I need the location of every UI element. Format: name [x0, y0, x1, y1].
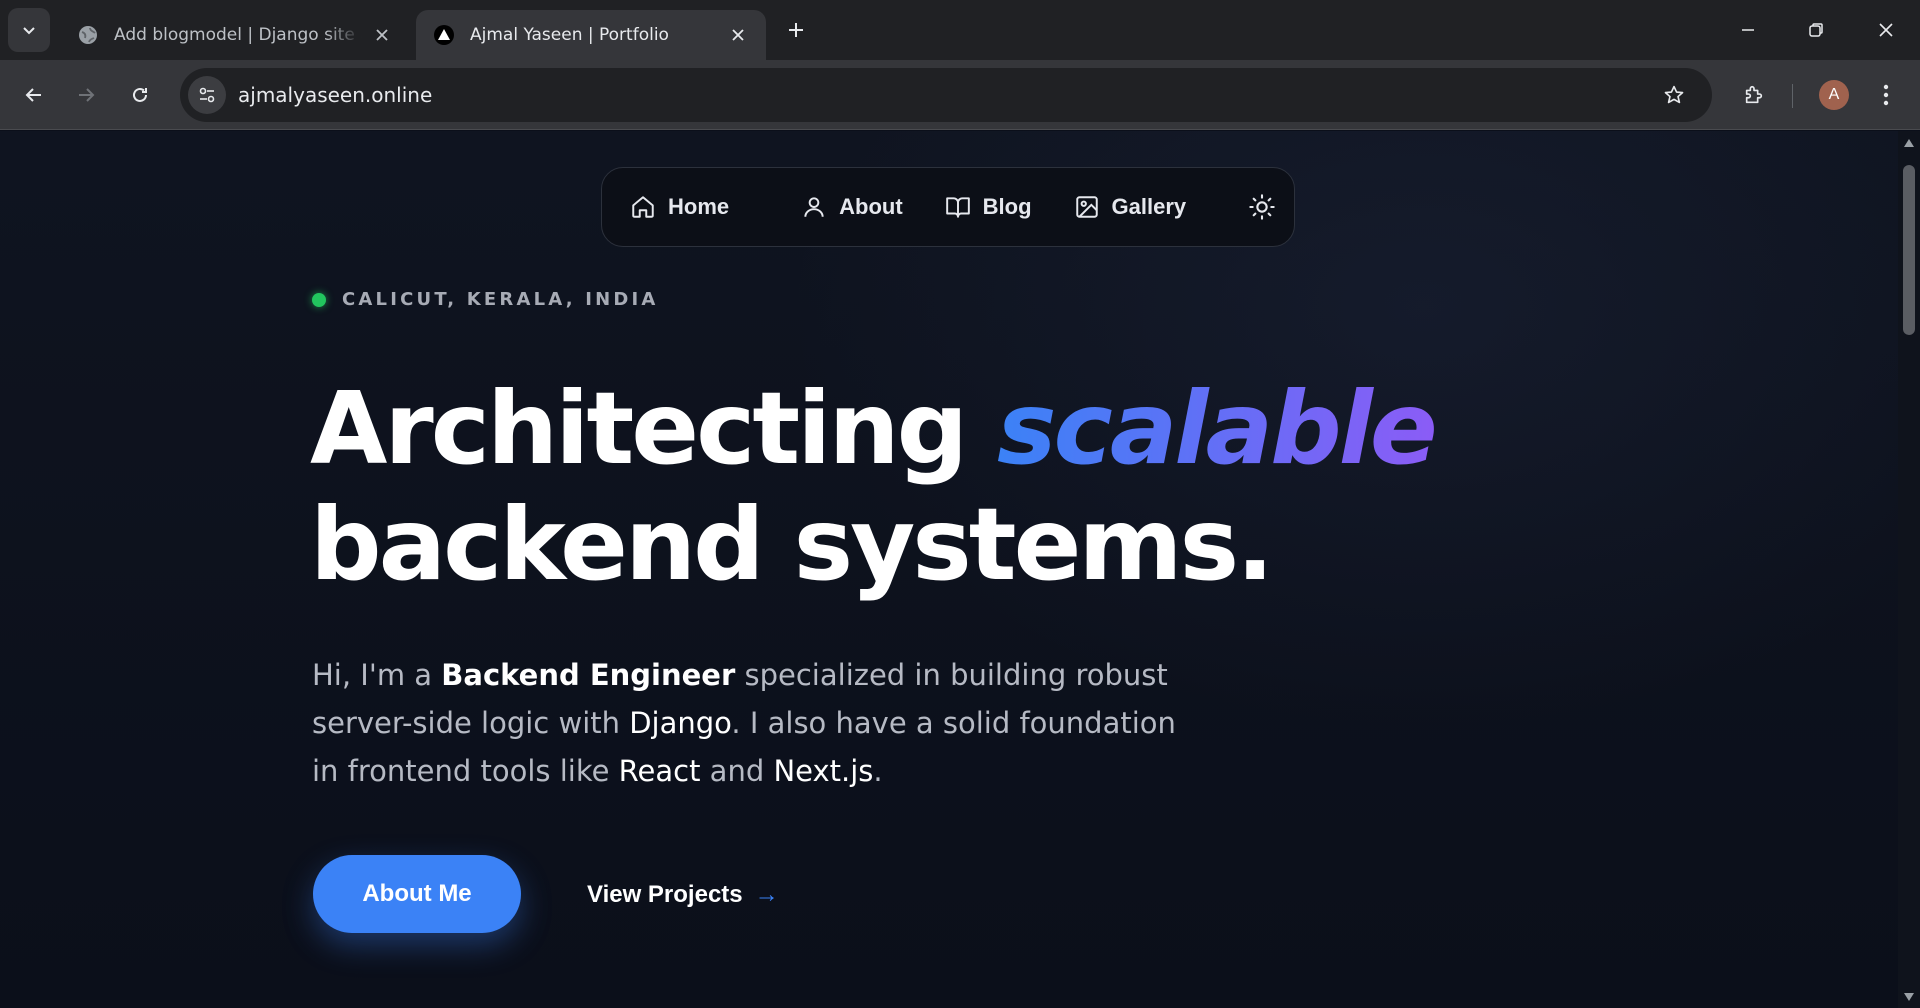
theme-toggle-button[interactable] — [1248, 189, 1276, 225]
nav-about[interactable]: About — [801, 183, 903, 231]
headline-line2: backend systems. — [310, 486, 1274, 603]
scroll-up-icon[interactable] — [1903, 137, 1915, 149]
status-dot — [312, 292, 326, 307]
about-me-button[interactable]: About Me — [313, 855, 521, 933]
intro-text: . — [873, 754, 883, 788]
page-viewport: Home About Blog Gallery CALICUT, KERALA,… — [0, 131, 1898, 1008]
nav-home-label: Home — [668, 194, 730, 219]
toolbar-divider — [1792, 84, 1793, 108]
intro-text: Hi, I'm a — [312, 658, 442, 692]
forward-button[interactable] — [66, 75, 106, 115]
book-icon — [945, 197, 970, 218]
user-icon — [804, 197, 824, 217]
back-button[interactable] — [14, 75, 54, 115]
close-tab-icon[interactable] — [370, 23, 394, 47]
nav-home[interactable]: Home — [630, 183, 729, 231]
tab-title: Ajmal Yaseen | Portfolio — [470, 25, 669, 45]
bookmark-button[interactable] — [1654, 75, 1694, 115]
arrow-left-icon — [25, 88, 41, 102]
nav-gallery[interactable]: Gallery — [1074, 183, 1187, 231]
home-icon — [632, 196, 654, 218]
reload-button[interactable] — [120, 75, 160, 115]
headline-word: Architecting — [310, 370, 998, 487]
nav-blog[interactable]: Blog — [945, 183, 1032, 231]
avatar: A — [1819, 80, 1849, 110]
view-projects-label: View Projects — [587, 881, 743, 908]
headline-accent: scalable — [997, 370, 1438, 487]
sun-icon — [1249, 194, 1275, 220]
minimize-button[interactable] — [1724, 10, 1772, 50]
new-tab-button[interactable] — [780, 14, 812, 46]
arrow-right-icon: → — [754, 881, 779, 908]
chevron-down-icon — [23, 27, 35, 35]
site-navbar: Home About Blog Gallery — [601, 167, 1295, 247]
intro-react: React — [618, 754, 701, 788]
star-icon — [1664, 85, 1684, 104]
browser-toolbar: ajmalyaseen.online A — [0, 60, 1920, 130]
browser-menu-button[interactable] — [1866, 75, 1906, 115]
close-icon — [1879, 23, 1893, 37]
url-text[interactable]: ajmalyaseen.online — [238, 83, 432, 107]
tab-title: Add blogmodel | Django site ac — [114, 25, 362, 45]
profile-button[interactable]: A — [1814, 75, 1854, 115]
scrollbar-thumb[interactable] — [1903, 165, 1915, 335]
plus-icon — [789, 23, 803, 37]
view-projects-link[interactable]: View Projects → — [587, 875, 779, 915]
tune-icon — [199, 87, 215, 103]
close-window-button[interactable] — [1862, 10, 1910, 50]
site-info-button[interactable] — [188, 76, 226, 114]
browser-tab-portfolio[interactable]: Ajmal Yaseen | Portfolio — [416, 10, 766, 60]
page-scrollbar[interactable] — [1898, 131, 1920, 1008]
intro-nextjs: Next.js — [773, 754, 874, 788]
minimize-icon — [1742, 29, 1754, 31]
more-vertical-icon — [1883, 84, 1889, 106]
intro-django: Django — [629, 706, 732, 740]
extensions-button[interactable] — [1734, 75, 1774, 115]
arrow-right-icon — [79, 88, 95, 102]
location-badge: CALICUT, KERALA, INDIA — [312, 289, 659, 310]
browser-tabstrip: Add blogmodel | Django site ac Ajmal Yas… — [0, 0, 1920, 60]
triangle-logo-icon — [432, 23, 456, 47]
nav-blog-label: Blog — [982, 194, 1032, 219]
reload-icon — [133, 87, 147, 102]
scroll-down-icon[interactable] — [1903, 991, 1915, 1003]
hero-intro: Hi, I'm a Backend Engineer specialized i… — [312, 651, 1192, 795]
restore-icon — [1809, 23, 1823, 37]
hero-headline: Architecting scalable backend systems. — [310, 370, 1438, 603]
browser-tab-django-admin[interactable]: Add blogmodel | Django site ac — [60, 10, 410, 60]
intro-text: and — [700, 754, 774, 788]
address-bar[interactable]: ajmalyaseen.online — [180, 68, 1712, 122]
location-text: CALICUT, KERALA, INDIA — [342, 289, 659, 310]
tab-search-button[interactable] — [8, 8, 50, 52]
globe-icon — [76, 23, 100, 47]
close-tab-icon[interactable] — [726, 23, 750, 47]
puzzle-icon — [1745, 85, 1763, 104]
nav-gallery-label: Gallery — [1111, 194, 1187, 219]
restore-button[interactable] — [1792, 10, 1840, 50]
image-icon — [1075, 196, 1098, 218]
intro-role: Backend Engineer — [441, 658, 736, 692]
nav-about-label: About — [839, 194, 903, 219]
